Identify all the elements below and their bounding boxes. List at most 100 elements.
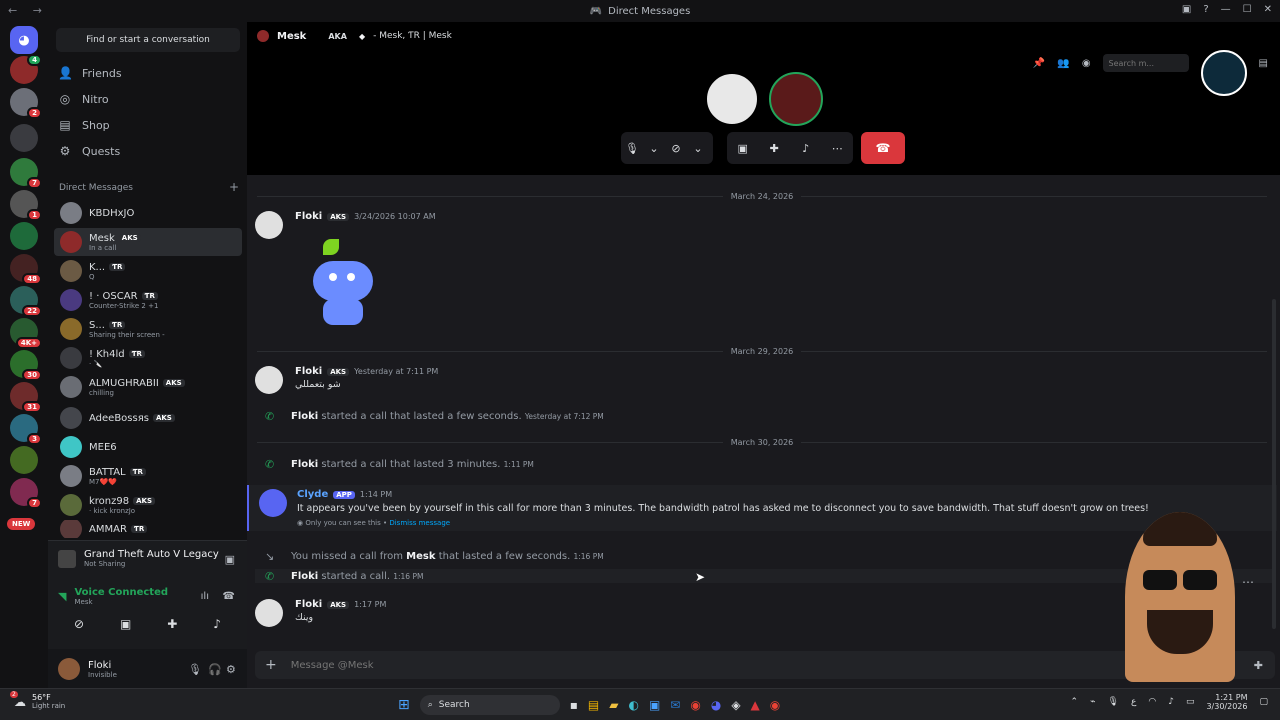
chevron-up-icon[interactable]: ⌃ <box>1071 697 1079 707</box>
screen-share-button[interactable]: ▣ <box>120 617 131 631</box>
microphone-button[interactable]: 🎙 <box>621 137 643 159</box>
nav-friends[interactable]: 👤 Friends <box>58 60 238 86</box>
screen-share-button[interactable]: ▣ <box>732 137 754 159</box>
server-icon[interactable]: 30 <box>10 350 42 381</box>
volume-icon[interactable]: ♪ <box>1168 697 1174 707</box>
dm-item[interactable]: ALMUGHRABII AKS chilling <box>54 373 242 401</box>
microphone-icon[interactable]: 🎙 <box>1108 697 1119 707</box>
network-icon[interactable]: ⌁ <box>1090 697 1095 707</box>
server-icon[interactable]: 48 <box>10 254 42 285</box>
settings-icon[interactable]: ⚙ <box>226 663 236 676</box>
profile-icon[interactable]: ◉ <box>1082 58 1091 69</box>
dm-item[interactable]: kronz98 AKS · kick kronzJo <box>54 491 242 519</box>
create-dm-button[interactable]: + <box>229 180 239 194</box>
server-icon[interactable]: 7 <box>10 478 42 509</box>
minimize-button[interactable]: — <box>1221 4 1231 15</box>
acrobat-icon[interactable]: ▲ <box>751 698 760 712</box>
server-icon[interactable]: 4K+ <box>10 318 42 349</box>
dm-item[interactable]: K... ƬR Q <box>54 257 242 285</box>
noise-suppression-icon[interactable]: ılı <box>201 591 209 602</box>
wifi-icon[interactable]: ◠ <box>1148 697 1156 707</box>
weather-widget[interactable]: ☁ 2 56°F Light rain <box>10 690 65 710</box>
dismiss-message-link[interactable]: Dismiss message <box>389 519 450 527</box>
add-attachment-icon[interactable]: + <box>265 657 277 673</box>
windows-start-icon[interactable]: ⊞ <box>398 697 410 713</box>
server-icon[interactable]: 7 <box>10 158 42 189</box>
app-icon[interactable]: ◈ <box>731 698 740 712</box>
disconnect-icon[interactable]: ☎ <box>223 591 235 602</box>
participant-avatar[interactable] <box>705 72 759 126</box>
dm-item[interactable]: BATTAL ƬR M7❤️❤️ <box>54 462 242 490</box>
activities-button[interactable]: ✚ <box>763 137 785 159</box>
server-icon[interactable] <box>10 222 38 250</box>
server-icon[interactable]: 3 <box>10 414 42 445</box>
soundboard-button[interactable]: ♪ <box>213 617 221 631</box>
server-icon[interactable]: 2 <box>10 88 42 119</box>
taskbar-search[interactable]: ⌕ Search <box>419 695 560 715</box>
server-icon[interactable]: 22 <box>10 286 42 317</box>
message-input[interactable] <box>290 659 1254 671</box>
clyde-avatar[interactable] <box>259 489 287 517</box>
maximize-button[interactable]: ☐ <box>1243 4 1252 15</box>
nav-nitro[interactable]: ◎ Nitro <box>58 86 238 112</box>
activities-button[interactable]: ✚ <box>167 617 177 631</box>
battery-icon[interactable]: ▭ <box>1186 697 1195 707</box>
dm-item[interactable]: S... ƬR Sharing their screen - <box>54 315 242 343</box>
history-nav[interactable]: ← → <box>8 4 48 17</box>
avatar[interactable] <box>255 366 283 394</box>
dm-item[interactable]: Mesk AKS In a call <box>54 228 242 256</box>
chrome-icon[interactable]: ◉ <box>690 698 700 712</box>
dm-item[interactable]: AdeeBossяs AKS <box>54 404 242 432</box>
camera-off-button[interactable]: ⊘ <box>665 137 687 159</box>
dm-item[interactable]: ! Kh4ld ƬR · 🔪 <box>54 344 242 372</box>
server-icon[interactable]: 31 <box>10 382 42 413</box>
apps-icon[interactable]: ✚ <box>1254 659 1263 672</box>
soundboard-button[interactable]: ♪ <box>795 137 817 159</box>
search-input[interactable] <box>1102 54 1189 72</box>
nav-quests[interactable]: ⚙ Quests <box>58 138 238 164</box>
server-icon[interactable]: 4 <box>10 54 42 84</box>
camera-off-button[interactable]: ⊘ <box>74 617 84 631</box>
chevron-down-icon[interactable]: ⌄ <box>687 137 709 159</box>
dm-item[interactable]: ! · OSCAR ƬR Counter-Strike 2 +1 <box>54 286 242 314</box>
server-icon[interactable]: 1 <box>10 190 42 221</box>
pin-icon[interactable]: 📌 <box>1033 58 1045 69</box>
inbox-icon[interactable]: ▤ <box>1259 58 1268 69</box>
new-pill[interactable]: NEW <box>7 518 36 530</box>
help-icon[interactable]: ? <box>1203 4 1208 15</box>
avatar[interactable] <box>255 211 283 239</box>
find-conversation-button[interactable]: Find or start a conversation <box>56 28 240 52</box>
more-icon[interactable]: ⋯ <box>1242 575 1254 589</box>
discord-icon[interactable]: ◕ <box>711 698 721 712</box>
leave-call-button[interactable]: ☎ <box>861 132 905 164</box>
dm-item[interactable]: KBDHxJO <box>54 199 242 227</box>
channel-name: Mesk <box>277 30 307 42</box>
share-game-button[interactable]: ▣ <box>225 553 235 566</box>
dm-item[interactable]: AMMAR ƬR <box>54 520 242 538</box>
nav-shop[interactable]: ▤ Shop <box>58 112 238 138</box>
participant-avatar[interactable] <box>769 72 823 126</box>
task-view-icon[interactable]: ▪ <box>570 698 578 712</box>
sticker[interactable] <box>303 239 383 329</box>
user-avatar[interactable] <box>58 658 80 680</box>
more-icon[interactable]: ⋯ <box>826 137 848 159</box>
deafen-button[interactable]: 🎧 <box>208 663 222 676</box>
avatar[interactable] <box>255 599 283 627</box>
store-icon[interactable]: ▣ <box>649 698 660 712</box>
chevron-down-icon[interactable]: ⌄ <box>643 137 665 159</box>
close-button[interactable]: ✕ <box>1264 4 1272 15</box>
notifications-icon[interactable]: ▢ <box>1259 697 1268 707</box>
server-icon[interactable] <box>10 124 38 152</box>
server-icon[interactable] <box>10 446 38 474</box>
add-friends-icon[interactable]: 👥 <box>1057 58 1069 69</box>
home-button[interactable]: ◕ <box>10 26 38 54</box>
dm-item[interactable]: MEE6 <box>54 433 242 461</box>
outlook-icon[interactable]: ✉ <box>670 698 680 712</box>
mute-button[interactable]: 🎙 <box>188 663 202 676</box>
inbox-icon[interactable]: ▣ <box>1182 4 1191 15</box>
app-icon[interactable]: ▤ <box>588 698 599 712</box>
scrollbar[interactable] <box>1272 299 1276 629</box>
chrome-icon[interactable]: ◉ <box>770 698 780 712</box>
file-explorer-icon[interactable]: ▰ <box>609 698 618 712</box>
edge-icon[interactable]: ◐ <box>628 698 638 712</box>
